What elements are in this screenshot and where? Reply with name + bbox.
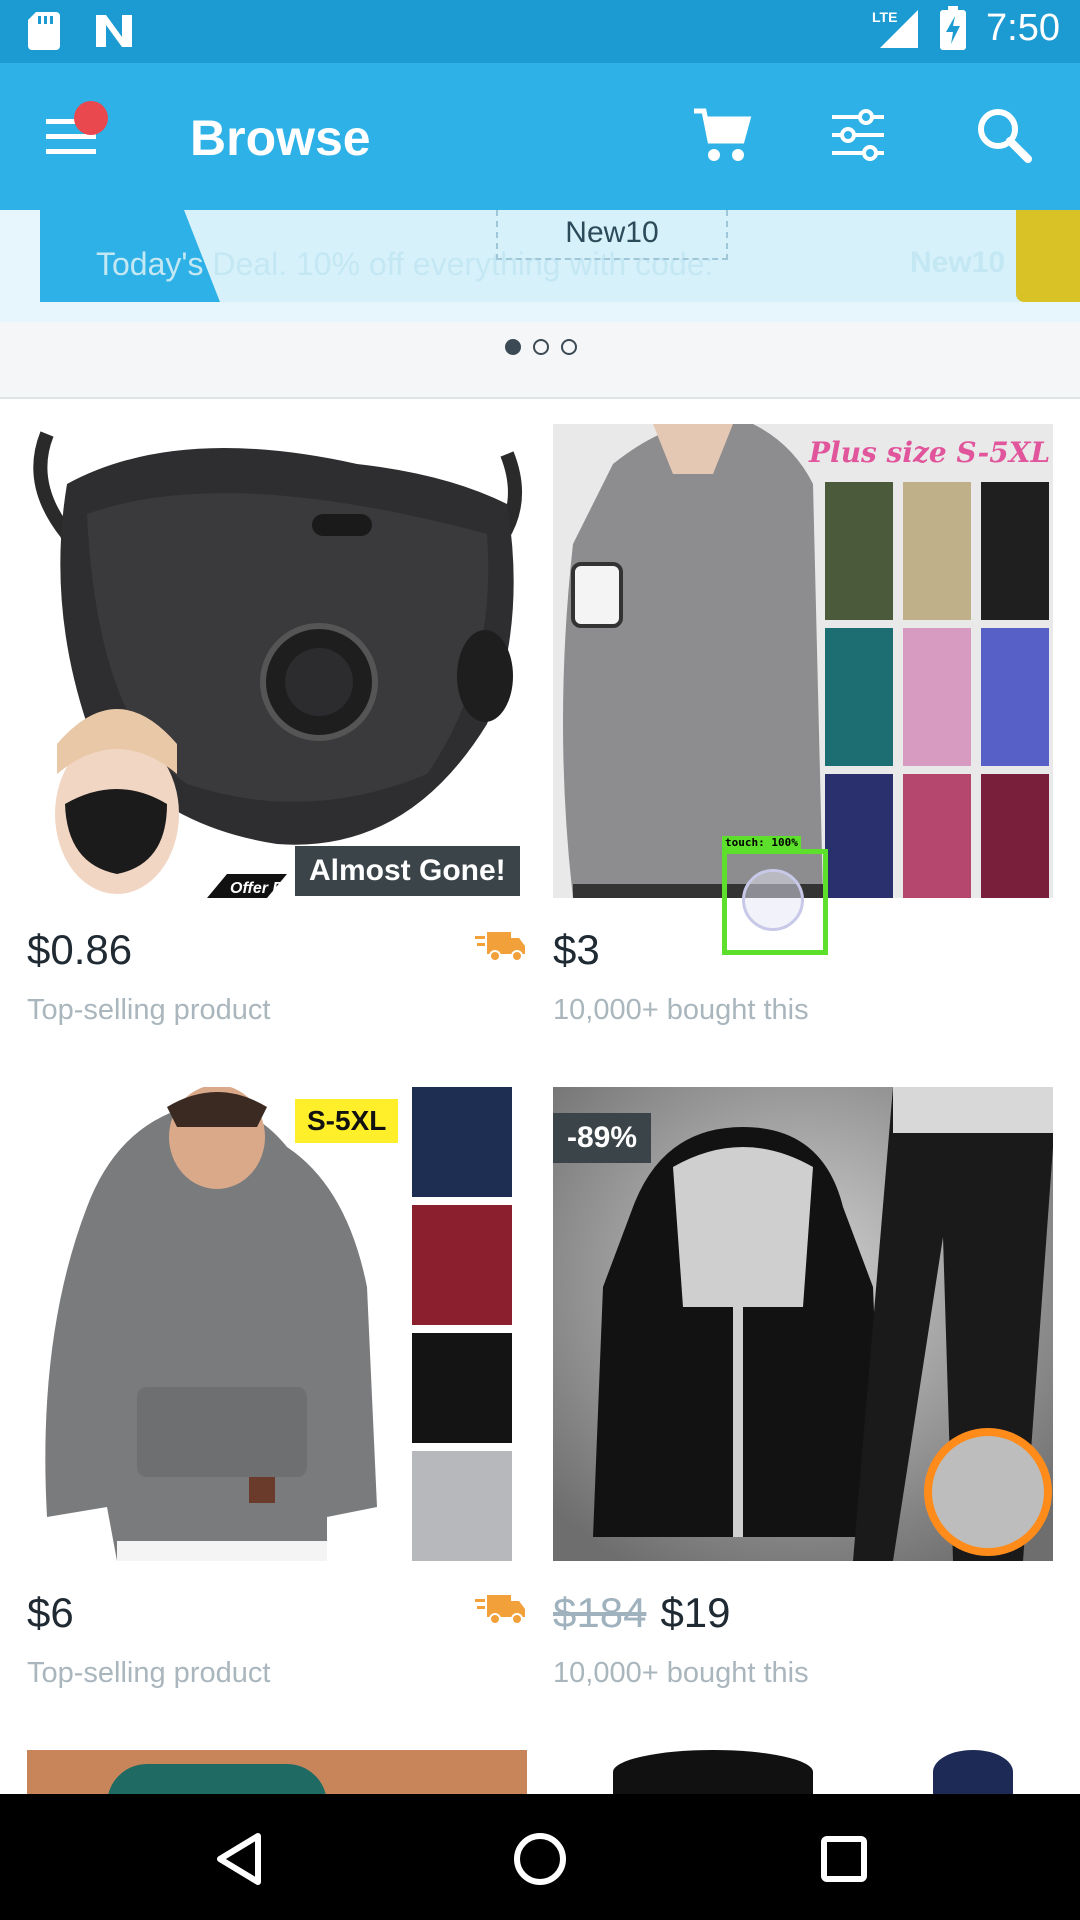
cart-icon — [694, 108, 752, 161]
product-image[interactable]: Almost Gone! Offer B — [27, 424, 527, 898]
product-card[interactable]: S-5XL $6 Top-selling product — [27, 1087, 527, 1689]
page-title: Browse — [190, 110, 371, 166]
sd-card-icon — [28, 12, 60, 50]
back-button[interactable] — [206, 1824, 276, 1894]
product-card[interactable]: Almost Gone! Offer B $0.86 Top-selling p… — [27, 424, 527, 1026]
filter-button[interactable] — [826, 103, 890, 167]
search-icon — [978, 109, 1032, 163]
face-mask-image — [33, 431, 522, 898]
product-subtitle: 10,000+ bought this — [553, 994, 809, 1026]
n-notification-icon — [96, 15, 132, 47]
product-price: $3 — [553, 926, 600, 973]
product-card[interactable]: -89% $184 $19 10,000+ bought this — [553, 1087, 1053, 1689]
filter-sliders-icon — [832, 109, 884, 161]
next-banner-peek — [1016, 210, 1080, 302]
product-subtitle: 10,000+ bought this — [553, 1657, 809, 1689]
tunic-dress-image: Plus size S-5XL — [553, 424, 1053, 898]
system-nav-bar — [0, 1794, 1080, 1920]
product-image[interactable]: -89% — [553, 1087, 1053, 1561]
offer-ribbon-text: Offer B — [230, 880, 284, 897]
sweater-peek-shape — [107, 1764, 327, 1794]
promo-code: New10 — [496, 210, 728, 260]
price-row: $6 — [27, 1583, 527, 1643]
fast-shipping-truck-icon — [475, 932, 525, 962]
status-bar: LTE 7:50 — [0, 0, 1080, 63]
app-bar: Browse — [0, 63, 1080, 210]
discount-badge: -89% — [553, 1113, 652, 1163]
cart-button[interactable] — [690, 103, 754, 167]
svg-text:LTE: LTE — [872, 9, 897, 25]
clock: 7:50 — [986, 6, 1060, 49]
product-subtitle: Top-selling product — [27, 1657, 271, 1689]
recents-button[interactable] — [809, 1824, 879, 1894]
product-price: $6 — [27, 1589, 74, 1636]
fast-shipping-truck-icon — [475, 1595, 525, 1625]
price-row: $184 $19 — [553, 1583, 1053, 1643]
product-price: $0.86 — [27, 926, 133, 973]
original-price: $184 — [553, 1589, 647, 1636]
product-card-peek[interactable] — [553, 1750, 1053, 1794]
product-card-peek[interactable] — [27, 1750, 527, 1794]
home-circle-icon — [514, 1833, 566, 1885]
notification-dot — [74, 101, 108, 135]
recents-square-icon — [821, 1836, 867, 1882]
hoodie-peek-shape — [933, 1750, 1013, 1794]
price-row: $0.86 — [27, 920, 527, 980]
product-card[interactable]: Plus size S-5XL $3 10,000+ bought this — [553, 424, 1053, 1026]
carousel-dot[interactable] — [561, 339, 577, 355]
jacket-peek-shape — [613, 1750, 813, 1794]
product-image[interactable]: S-5XL — [27, 1087, 527, 1561]
back-triangle-icon — [217, 1833, 261, 1885]
product-image[interactable]: Plus size S-5XL — [553, 424, 1053, 898]
carousel-dot[interactable] — [533, 339, 549, 355]
hoodie-image — [45, 1087, 512, 1561]
product-subtitle: Top-selling product — [27, 994, 271, 1026]
battery-charging-icon — [940, 6, 967, 50]
search-button[interactable] — [972, 103, 1036, 167]
carousel-dots — [505, 339, 577, 355]
promo-banner[interactable]: Today's Deal. 10% off everything with co… — [0, 210, 1080, 322]
touch-indicator-circle — [742, 869, 804, 931]
carousel-indicator-area — [0, 322, 1080, 399]
touch-indicator-label: touch: 100% — [722, 836, 801, 849]
plus-size-label: Plus size S-5XL — [808, 436, 1050, 469]
home-button[interactable] — [505, 1824, 575, 1894]
product-price: $19 — [660, 1589, 731, 1636]
size-badge: S-5XL — [295, 1099, 399, 1143]
promo-code-faded: New10 — [910, 246, 1006, 279]
almost-gone-badge: Almost Gone! — [295, 846, 520, 896]
carousel-dot[interactable] — [505, 339, 521, 355]
lte-signal-icon: LTE — [872, 9, 919, 48]
